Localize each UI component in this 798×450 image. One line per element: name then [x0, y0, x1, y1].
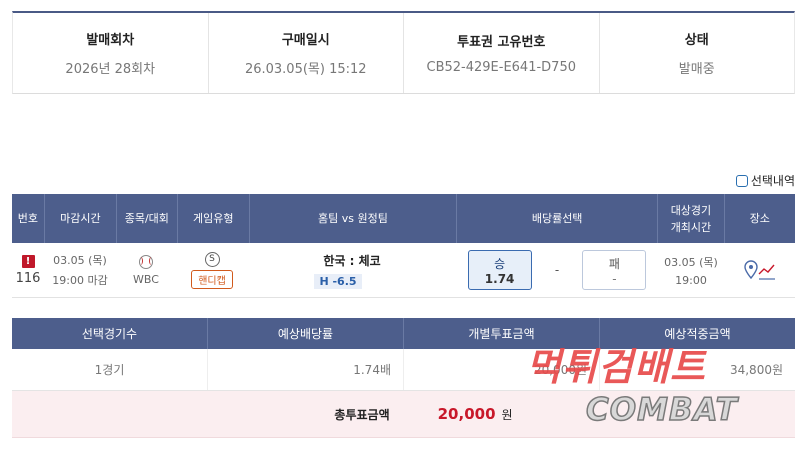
status-value: 발매중 — [678, 62, 715, 77]
header-selected-games: 선택경기수 — [12, 318, 208, 349]
game-time-cell: 03.05 (목) 19:00 — [658, 243, 724, 297]
purchase-info-table: 발매회차 2026년 28회차 구매일시 26.03.05(목) 15:12 투… — [12, 11, 795, 94]
lose-label: 패 — [608, 256, 620, 271]
select-history-label: 선택내역 — [750, 174, 795, 188]
select-history-toggle[interactable]: 선택내역 — [735, 172, 795, 189]
win-odds: 1.74 — [484, 271, 515, 286]
close-time: 19:00 마감 — [52, 274, 108, 287]
lose-odds: - — [612, 271, 617, 286]
total-bet-row: 총투표금액 20,000 원 — [12, 391, 795, 438]
header-number: 번호 — [12, 194, 45, 243]
header-expected-odds: 예상배당률 — [208, 318, 404, 349]
handicap-value: H -6.5 — [314, 273, 362, 289]
header-teams: 홈팀 vs 원정팀 — [250, 194, 458, 243]
baseball-icon — [139, 254, 153, 269]
special-type-icon: S — [204, 251, 220, 267]
place-cell[interactable] — [724, 243, 795, 297]
ticket-id-cell: 투표권 고유번호 CB52-429E-E641-D750 — [404, 13, 600, 93]
league-name: WBC — [133, 272, 159, 286]
expected-win-value: 34,800원 — [729, 363, 783, 377]
win-odds-button[interactable]: 승 1.74 — [467, 250, 532, 290]
ticket-id-label: 투표권 고유번호 — [457, 35, 546, 50]
ticket-id-value: CB52-429E-E641-D750 — [426, 60, 577, 75]
odds-cell: 승 1.74 - 패 - — [456, 243, 658, 297]
game-number: 116 — [15, 270, 41, 286]
header-close-time: 마감시간 — [45, 194, 118, 243]
bet-amount-value: 20,000원 — [404, 349, 600, 390]
win-label: 승 — [494, 256, 506, 271]
lose-odds-button[interactable]: 패 - — [582, 250, 647, 290]
header-expected-win: 예상적중금액 — [664, 327, 731, 341]
total-value: 20,000 — [437, 405, 496, 423]
round-value: 2026년 28회차 — [65, 62, 156, 77]
summary-table: 선택경기수 예상배당률 개별투표금액 예상적중금액 1경기 1.74배 20,0… — [12, 318, 795, 391]
close-date: 03.05 (목) — [53, 254, 107, 267]
total-unit: 원 — [501, 407, 513, 422]
table-row: ! 116 03.05 (목) 19:00 마감 WBC S 핸디캡 한국 : … — [12, 243, 795, 298]
status-cell: 상태 발매중 — [600, 13, 795, 93]
close-time-cell: 03.05 (목) 19:00 마감 — [44, 243, 116, 297]
game-type-cell: S 핸디캡 — [176, 243, 248, 297]
purchase-time-value: 26.03.05(목) 15:12 — [244, 62, 367, 77]
game-time: 19:00 — [675, 273, 707, 287]
number-cell: ! 116 — [12, 243, 44, 297]
header-place: 장소 — [749, 212, 770, 225]
purchase-time-cell: 구매일시 26.03.05(목) 15:12 — [209, 13, 404, 93]
summary-row: 1경기 1.74배 20,000원 34,800원 — [12, 349, 795, 391]
selected-games-value: 1경기 — [12, 349, 208, 390]
summary-header: 선택경기수 예상배당률 개별투표금액 예상적중금액 — [12, 318, 795, 349]
sport-cell: WBC — [116, 243, 176, 297]
game-table: 번호 마감시간 종목/대회 게임유형 홈팀 vs 원정팀 배당률선택 대상경기 … — [12, 194, 795, 298]
expected-odds-value: 1.74배 — [208, 349, 404, 390]
round-label: 발매회차 — [86, 33, 135, 48]
header-bet-amount: 개별투표금액 — [404, 318, 600, 349]
header-game-time: 대상경기 개최시간 — [658, 194, 725, 243]
header-sport: 종목/대회 — [117, 194, 178, 243]
draw-odds: - — [554, 263, 560, 277]
purchase-time-label: 구매일시 — [281, 33, 330, 48]
match-teams: 한국 : 체코 — [323, 253, 381, 268]
status-label: 상태 — [684, 33, 709, 48]
map-marker-trend-icon[interactable] — [743, 258, 777, 282]
game-date: 03.05 (목) — [664, 255, 718, 269]
select-history-checkbox[interactable] — [735, 174, 748, 187]
teams-cell: 한국 : 체코 H -6.5 — [248, 243, 456, 297]
header-game-type: 게임유형 — [178, 194, 250, 243]
total-label: 총투표금액 — [334, 407, 390, 422]
round-cell: 발매회차 2026년 28회차 — [13, 13, 209, 93]
alert-icon: ! — [21, 254, 35, 268]
header-odds: 배당률선택 — [457, 194, 659, 243]
handicap-badge: 핸디캡 — [191, 269, 233, 289]
game-table-header: 번호 마감시간 종목/대회 게임유형 홈팀 vs 원정팀 배당률선택 대상경기 … — [12, 194, 795, 243]
